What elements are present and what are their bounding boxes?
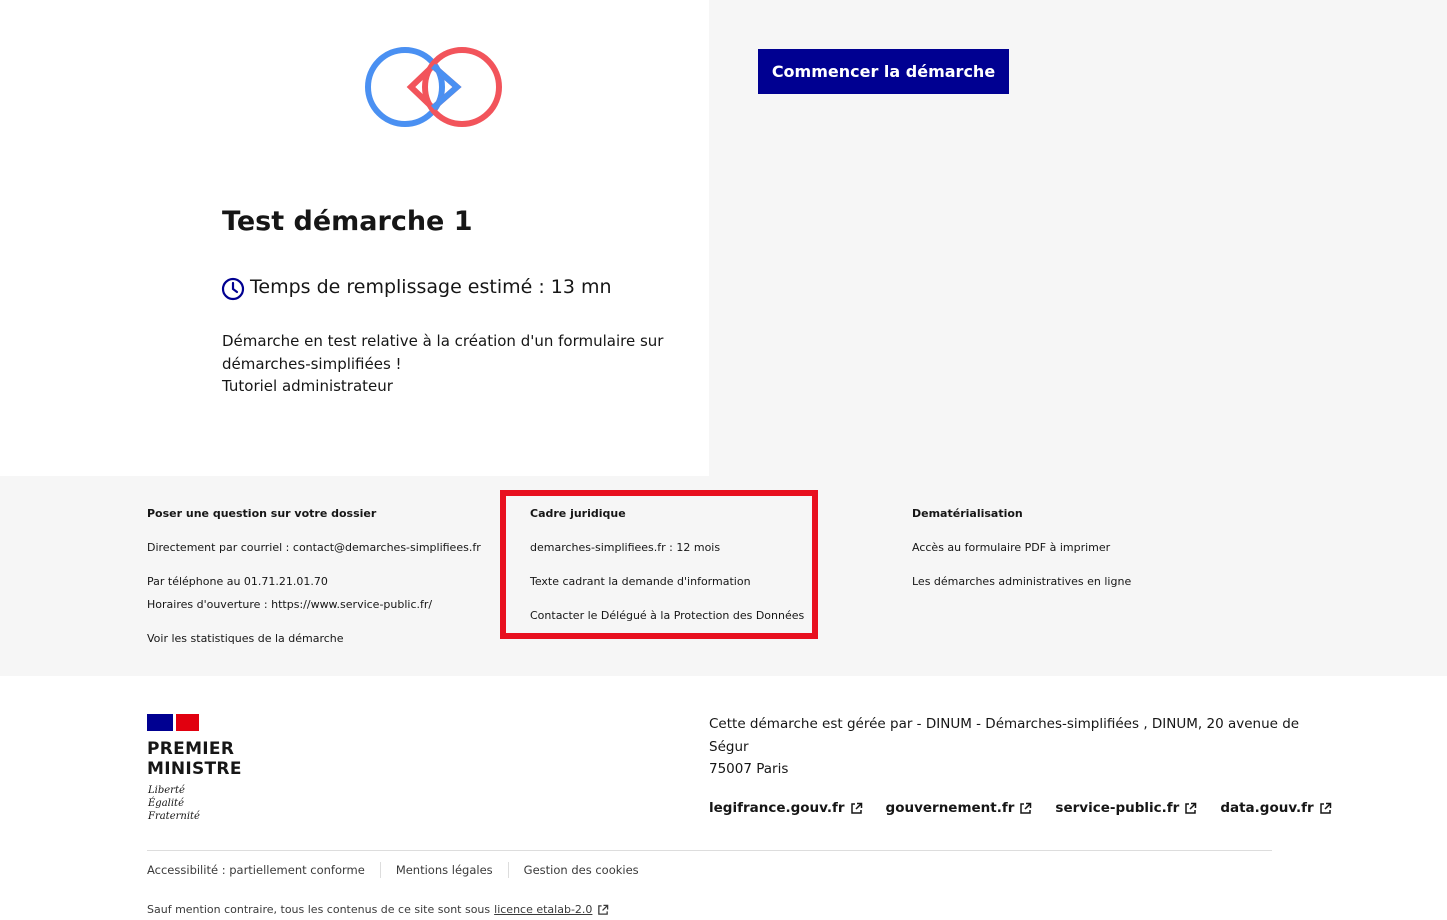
managed-by-line: Ségur [709, 738, 749, 755]
brand-line: PREMIER [147, 739, 235, 759]
pdf-form-link[interactable]: Accès au formulaire PDF à imprimer [912, 541, 1110, 554]
external-link-icon [598, 904, 609, 915]
motto-line: Fraternité [148, 811, 200, 822]
service-public-link[interactable]: service-public.fr [1055, 797, 1197, 819]
description-line: Démarche en test relative à la création … [222, 332, 664, 350]
footer-divider [147, 850, 1272, 851]
managed-by-text: Cette démarche est gérée par - DINUM - D… [709, 713, 1300, 781]
accessibility-link[interactable]: Accessibilité : partiellement conforme [147, 863, 365, 877]
data-gouv-link[interactable]: data.gouv.fr [1220, 797, 1331, 819]
bottom-links: Accessibilité : partiellement conforme M… [147, 860, 639, 880]
opening-hours[interactable]: Horaires d'ouverture : https://www.servi… [147, 598, 432, 611]
external-link-icon [1020, 802, 1032, 814]
tutorial-link[interactable]: Tutoriel administrateur [222, 375, 662, 398]
link-label: gouvernement.fr [885, 800, 1015, 816]
legal-notice-link[interactable]: Mentions légales [396, 863, 493, 877]
motto-line: Liberté [148, 785, 185, 796]
license-link-label: licence etalab-2.0 [494, 903, 593, 916]
clock-icon [221, 277, 245, 301]
managed-by-line: Cette démarche est gérée par - DINUM - D… [709, 716, 1300, 732]
start-procedure-button[interactable]: Commencer la démarche [758, 49, 1009, 94]
external-link-icon [1185, 802, 1197, 814]
external-link-icon [850, 802, 862, 814]
link-label: legifrance.gouv.fr [709, 800, 845, 816]
data-retention: demarches-simplifiees.fr : 12 mois [530, 541, 721, 554]
republic-motto: Liberté Égalité Fraternité [148, 784, 200, 823]
dematerialisation-column-title: Dematérialisation [912, 507, 1023, 520]
demarches-simplifiees-logo [362, 44, 506, 130]
contact-phone: Par téléphone au 01.71.21.01.70 [147, 575, 328, 588]
marianne-flag-icon [147, 714, 199, 731]
gov-links: legifrance.gouv.fr gouvernement.fr servi… [709, 797, 1355, 819]
question-column-title: Poser une question sur votre dossier [147, 507, 377, 520]
procedure-description: Démarche en test relative à la création … [222, 330, 664, 398]
brand-line: MINISTRE [147, 759, 242, 779]
estimated-fill-time: Temps de remplissage estimé : 13 mn [250, 276, 612, 298]
link-label: data.gouv.fr [1220, 800, 1314, 816]
description-line: démarches-simplifiées ! [222, 354, 402, 373]
gouvernement-link[interactable]: gouvernement.fr [886, 797, 1033, 819]
contact-email[interactable]: Directement par courriel : contact@demar… [147, 541, 481, 554]
license-text: Sauf mention contraire, tous les contenu… [147, 903, 491, 916]
statistics-link[interactable]: Voir les statistiques de la démarche [147, 632, 344, 645]
legifrance-link[interactable]: legifrance.gouv.fr [709, 797, 863, 819]
license-line: Sauf mention contraire, tous les contenu… [147, 903, 609, 916]
external-link-icon [1319, 802, 1331, 814]
motto-line: Égalité [148, 798, 184, 809]
separator [507, 862, 509, 878]
premier-ministre-brand: PREMIER MINISTRE [147, 739, 242, 779]
license-link[interactable]: licence etalab-2.0 [494, 903, 609, 916]
legal-text-link[interactable]: Texte cadrant la demande d'information [530, 575, 751, 588]
managed-by-line: 75007 Paris [709, 761, 789, 777]
cookies-link[interactable]: Gestion des cookies [524, 863, 639, 877]
online-procedures-link[interactable]: Les démarches administratives en ligne [912, 575, 1131, 588]
separator [379, 862, 381, 878]
legal-column-title: Cadre juridique [530, 507, 626, 520]
link-label: service-public.fr [1055, 800, 1180, 816]
procedure-title: Test démarche 1 [222, 206, 473, 237]
dpo-contact-link[interactable]: Contacter le Délégué à la Protection des… [530, 609, 804, 622]
